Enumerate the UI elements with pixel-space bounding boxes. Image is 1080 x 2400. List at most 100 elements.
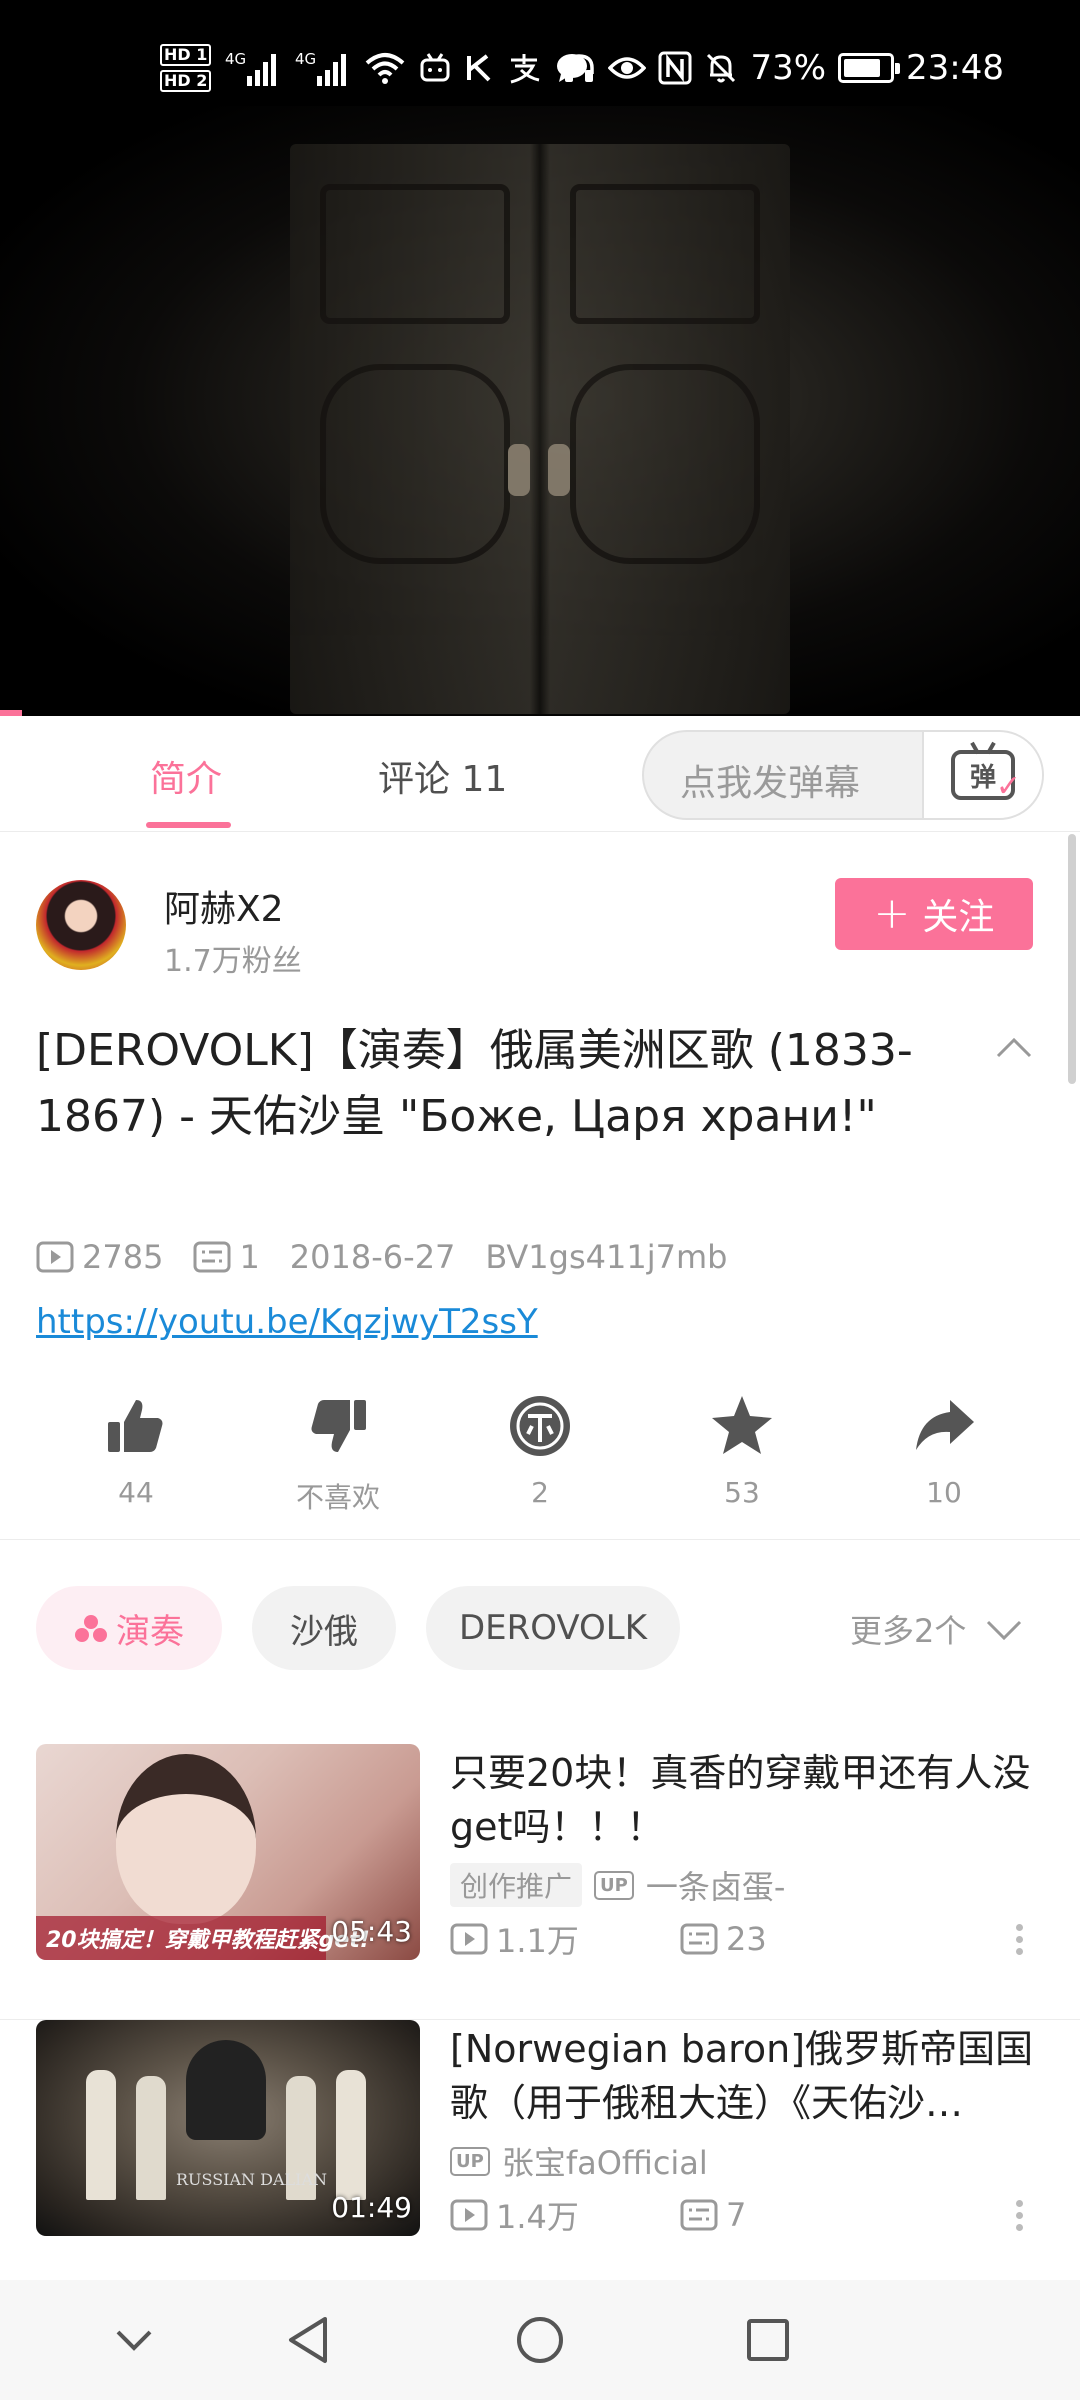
tag-label: DEROVOLK xyxy=(458,1608,648,1648)
more-options-icon[interactable] xyxy=(1016,2200,1026,2236)
video-thumbnail[interactable]: 20块搞定！穿戴甲教程赶紧get! 05:43 xyxy=(36,1744,420,1960)
tab-bar: 简介 评论 11 点我发弹幕 弹 ✓ xyxy=(0,716,1080,832)
tag-tsarist-russia[interactable]: 沙俄 xyxy=(252,1586,396,1670)
tag-label: 沙俄 xyxy=(290,1611,358,1652)
thumbnail-caption: RUSSIAN DALIAN xyxy=(176,2170,328,2189)
views-count: 1.1万 xyxy=(496,1922,579,1960)
favorite-count: 53 xyxy=(724,1476,760,1509)
danmaku-count: 7 xyxy=(726,2196,747,2234)
recents-square-icon xyxy=(747,2319,789,2361)
danmaku-count: 23 xyxy=(726,1920,767,1958)
views-stat: 1.4万 xyxy=(450,2192,680,2238)
recommended-sub: 创作推广 UP 一条卤蛋- xyxy=(450,1862,785,1908)
uploader-fans: 1.7万粉丝 xyxy=(164,944,302,979)
danmaku-toggle-button[interactable]: 弹 ✓ xyxy=(922,732,1042,818)
play-count-icon xyxy=(450,2199,488,2231)
danmaku-icon: 弹 ✓ xyxy=(951,750,1021,804)
video-player[interactable] xyxy=(0,106,1080,716)
dislike-label: 不喜欢 xyxy=(295,1481,380,1514)
status-bar: HD 1 HD 2 4G 4G 73% 23:48 xyxy=(0,0,1080,106)
mute-icon xyxy=(704,51,738,85)
follow-label: 关注 xyxy=(922,897,995,938)
scrollbar[interactable] xyxy=(1068,834,1076,1084)
uploader-name[interactable]: 阿赫X2 xyxy=(164,880,284,932)
cluster-icon xyxy=(75,1615,107,1642)
more-options-icon[interactable] xyxy=(1016,1924,1026,1960)
tag-label: 演奏 xyxy=(116,1611,184,1652)
plus-icon: + xyxy=(873,888,911,939)
battery-icon xyxy=(838,53,901,83)
recommended-stats: 1.4万 7 xyxy=(450,2192,910,2238)
publish-date: 2018-6-27 xyxy=(289,1238,456,1276)
signal-icon: 4G xyxy=(225,48,281,88)
door-panel xyxy=(320,364,510,564)
recommended-sub: UP 张宝faOfficial xyxy=(450,2138,708,2184)
more-tags-label: 更多2个 xyxy=(850,1612,967,1650)
share-button[interactable]: 10 xyxy=(864,1394,1024,1509)
danmaku-stat: 23 xyxy=(680,1920,910,1958)
hd2-badge: HD 2 xyxy=(160,70,212,92)
tag-performance[interactable]: 演奏 xyxy=(36,1586,222,1670)
chevron-down-icon xyxy=(987,1620,1022,1640)
share-count: 10 xyxy=(926,1476,962,1509)
like-count: 44 xyxy=(118,1476,154,1509)
recommended-item[interactable]: 20块搞定！穿戴甲教程赶紧get! 05:43 只要20块！真香的穿戴甲还有人没… xyxy=(0,1744,1080,2020)
action-bar: 44 不喜欢 2 53 10 xyxy=(0,1380,1080,1540)
chevron-down-icon xyxy=(116,2330,152,2351)
bilibili-icon xyxy=(419,52,451,84)
nav-home-button[interactable] xyxy=(502,2302,578,2378)
follow-button[interactable]: + 关注 xyxy=(835,878,1033,950)
up-badge-icon: UP xyxy=(594,1870,634,1900)
tag-derovolk[interactable]: DEROVOLK xyxy=(426,1586,680,1670)
clock: 23:48 xyxy=(906,48,1004,88)
status-right-icons: 73% 23:48 xyxy=(562,36,1004,100)
system-navigation-bar xyxy=(0,2280,1080,2400)
door-panel xyxy=(320,184,510,324)
battery-percent: 73% xyxy=(750,48,827,88)
nav-back-button[interactable] xyxy=(270,2302,346,2378)
video-title: [DEROVOLK]【演奏】俄属美洲区歌 (1833-1867) - 天佑沙皇 … xyxy=(36,1025,913,1142)
svg-text:4G: 4G xyxy=(225,50,246,68)
hd-indicators: HD 1 HD 2 xyxy=(160,44,212,92)
headset-icon xyxy=(562,52,596,84)
video-frame-door xyxy=(290,144,790,714)
danmaku-icon-label: 弹 xyxy=(969,762,996,793)
play-count-icon xyxy=(450,1923,488,1955)
danmaku-stat: 7 xyxy=(680,2196,910,2234)
wifi-icon xyxy=(365,51,405,85)
like-button[interactable]: 44 xyxy=(56,1394,216,1509)
door-panel xyxy=(570,184,760,324)
danmaku-stat: 1 xyxy=(193,1238,260,1276)
video-meta: 2785 1 2018-6-27 BV1gs411j7mb xyxy=(36,1236,757,1278)
recommended-uploader: 一条卤蛋- xyxy=(645,1868,786,1906)
video-thumbnail[interactable]: RUSSIAN DALIAN 01:49 xyxy=(36,2020,420,2236)
star-icon xyxy=(712,1396,772,1454)
coin-button[interactable]: 2 xyxy=(460,1394,620,1509)
danmaku-input[interactable]: 点我发弹幕 弹 ✓ xyxy=(642,730,1044,820)
home-circle-icon xyxy=(517,2317,563,2363)
nav-recents-button[interactable] xyxy=(730,2302,806,2378)
avatar[interactable] xyxy=(36,880,126,970)
status-left-icons: HD 1 HD 2 4G 4G xyxy=(160,36,589,100)
chevron-up-icon[interactable] xyxy=(996,1030,1032,1066)
danmaku-count-icon xyxy=(193,1241,231,1273)
dislike-button[interactable]: 不喜欢 xyxy=(258,1394,418,1516)
tab-comments[interactable]: 评论 11 xyxy=(378,750,507,802)
views-stat: 1.1万 xyxy=(450,1916,680,1962)
nav-hide-button[interactable] xyxy=(96,2302,172,2378)
hd1-badge: HD 1 xyxy=(160,44,212,66)
favorite-button[interactable]: 53 xyxy=(662,1394,822,1509)
tab-intro[interactable]: 简介 xyxy=(150,750,222,802)
description-link[interactable]: https://youtu.be/KqzjwyT2ssY xyxy=(36,1302,538,1342)
recommended-item[interactable]: RUSSIAN DALIAN 01:49 [Norwegian baron]俄罗… xyxy=(0,2020,1080,2296)
coin-count: 2 xyxy=(531,1476,549,1509)
thumbnail-caption: 20块搞定！穿戴甲教程赶紧get! xyxy=(46,1928,370,1953)
recommended-uploader: 张宝faOfficial xyxy=(501,2144,708,2182)
recommended-stats: 1.1万 23 xyxy=(450,1916,910,1962)
views-stat: 2785 xyxy=(36,1238,163,1276)
share-icon xyxy=(916,1400,974,1450)
danmaku-count-icon xyxy=(680,1923,718,1955)
more-tags-button[interactable]: 更多2个 xyxy=(850,1606,1022,1652)
danmaku-count: 1 xyxy=(239,1238,260,1276)
recommended-title: [Norwegian baron]俄罗斯帝国国歌（用于俄租大连）《天佑沙… xyxy=(450,2027,1034,2125)
